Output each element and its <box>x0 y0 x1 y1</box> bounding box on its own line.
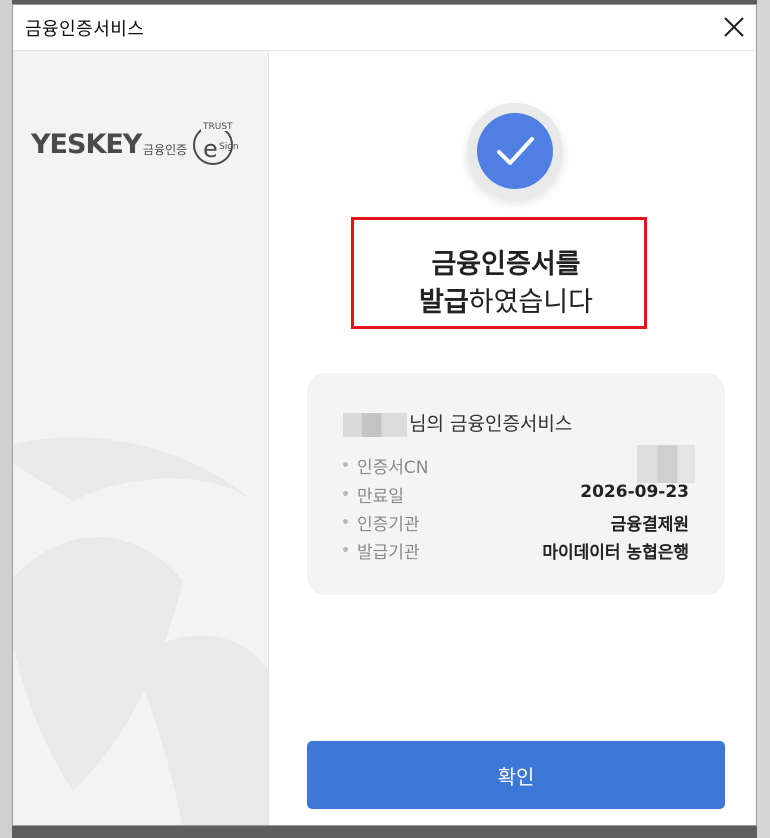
row-value: 마이데이터 농협은행 <box>542 543 689 563</box>
success-circle <box>477 113 553 189</box>
logo-subtitle: 금융인증 <box>143 143 188 157</box>
info-row-expiry: 만료일 2026-09-23 <box>343 482 689 507</box>
dialog-titlebar: 금융인증서비스 <box>13 5 756 51</box>
certificate-info-card: 님의 금융인증서비스 인증서CN 만료일 2026-09-23 인증기관 금융결… <box>307 373 725 595</box>
decorative-watermark <box>13 437 268 825</box>
checkmark-icon <box>497 137 534 165</box>
bullet <box>343 519 348 524</box>
info-row-issuer: 발급기관 마이데이터 농협은행 <box>343 538 689 563</box>
close-button[interactable] <box>722 15 746 39</box>
bullet <box>343 547 348 552</box>
result-panel: 금융인증서를 발급하였습니다 님의 금융인증서비스 인증서CN 만료일 2026… <box>269 51 756 825</box>
result-bold: 발급 <box>419 287 469 318</box>
backdrop-right <box>757 0 770 838</box>
dialog-title: 금융인증서비스 <box>25 19 145 40</box>
row-value: 2026-09-23 <box>580 482 689 502</box>
confirm-button[interactable]: 확인 <box>307 741 725 809</box>
result-line-2: 발급하였습니다 <box>354 280 644 319</box>
yeskey-logo: YESKEY <box>31 129 142 160</box>
trust-esign-icon: TRUST e Sign <box>193 119 239 165</box>
info-row-authority: 인증기관 금융결제원 <box>343 510 689 535</box>
success-badge <box>467 103 563 199</box>
card-title: 님의 금융인증서비스 <box>343 409 572 437</box>
row-label: 만료일 <box>357 487 404 507</box>
bullet <box>343 491 348 496</box>
row-label: 발급기관 <box>357 543 420 563</box>
bullet <box>343 462 348 467</box>
card-title-text: 님의 금융인증서비스 <box>409 413 573 435</box>
redacted-name <box>343 412 407 437</box>
result-line-1: 금융인증서를 <box>431 249 581 280</box>
row-label: 인증기관 <box>357 515 420 535</box>
svg-text:TRUST: TRUST <box>202 122 233 132</box>
svg-text:e: e <box>203 135 218 163</box>
certificate-dialog: 금융인증서비스 YESKEY 금융인증 TRUST e Sign 금융인증서를 … <box>12 4 757 826</box>
info-row-cn: 인증서CN <box>343 453 689 478</box>
row-label: 인증서CN <box>357 458 429 478</box>
result-rest: 하였습니다 <box>468 287 593 318</box>
backdrop-left <box>0 0 12 838</box>
brand-panel: YESKEY 금융인증 TRUST e Sign <box>13 51 269 825</box>
svg-text:Sign: Sign <box>219 142 239 152</box>
row-value: 금융결제원 <box>610 515 689 535</box>
close-icon <box>724 17 744 37</box>
result-message: 금융인증서를 발급하였습니다 <box>351 217 647 329</box>
